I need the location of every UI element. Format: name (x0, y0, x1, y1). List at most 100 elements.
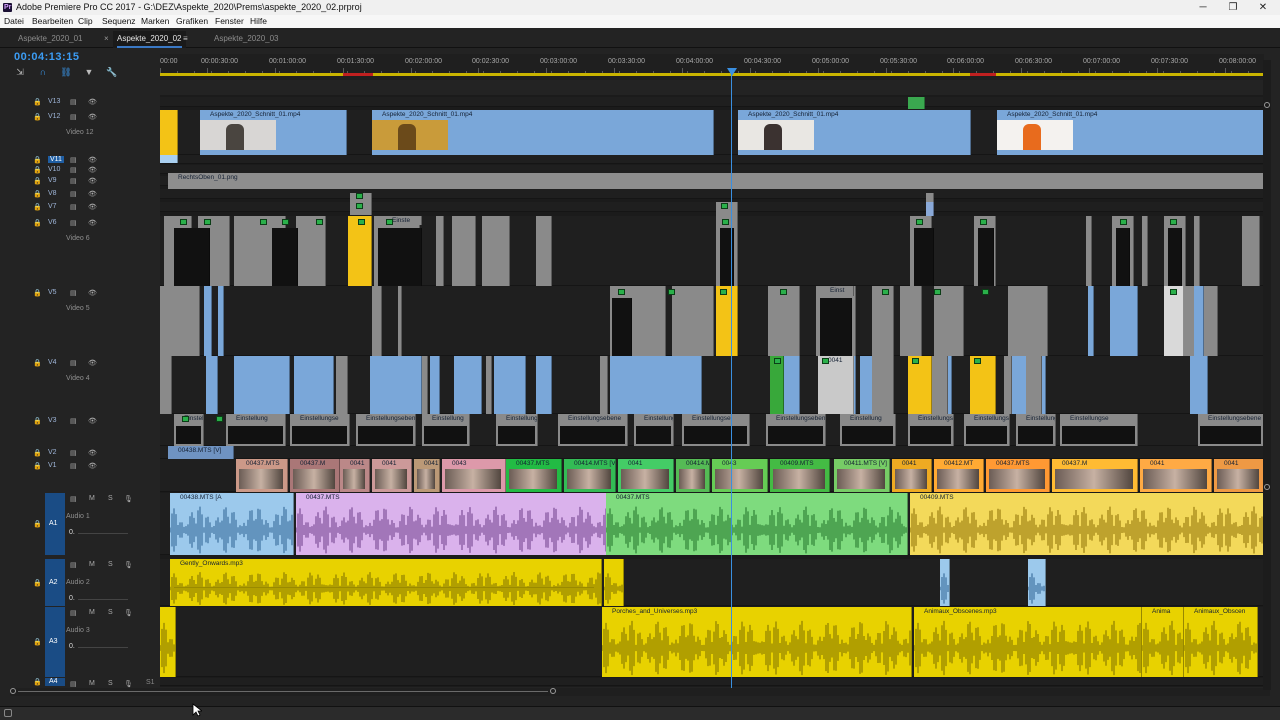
video-clip-v4-grey[interactable] (1004, 356, 1012, 414)
adjustment-layer-v3[interactable]: Einstellungsebene (356, 414, 416, 446)
audio-clip-a2-blue[interactable] (940, 559, 950, 606)
keyframe-marker[interactable] (720, 289, 727, 295)
video-clip-v6[interactable] (310, 216, 326, 286)
scroll-right-handle[interactable] (550, 688, 556, 694)
track-target-v1[interactable]: V1 (48, 462, 57, 469)
image-clip-rechtsoben[interactable]: RechtsOben_01.png (168, 173, 1264, 189)
menu-bearbeiten[interactable]: Bearbeiten (32, 15, 73, 28)
lock-icon[interactable]: 🔒 (33, 638, 42, 646)
video-clip-v5-white[interactable] (1164, 286, 1184, 356)
keyframe-marker[interactable] (1120, 219, 1127, 225)
keyframe-marker[interactable] (316, 219, 323, 225)
video-clip-v5-blue[interactable] (204, 286, 212, 356)
eye-icon[interactable]: 👁 (88, 156, 97, 164)
video-clip-v1[interactable]: 0043 (442, 459, 506, 492)
eye-icon[interactable]: 👁 (88, 449, 97, 457)
toggle-sync-icon[interactable]: ▤ (70, 561, 77, 569)
lock-icon[interactable]: 🔒 (33, 177, 42, 185)
vertical-scrollbar[interactable] (1263, 60, 1271, 690)
video-clip-v4-light[interactable]: 0041 (818, 356, 854, 414)
lock-icon[interactable]: 🔒 (33, 449, 42, 457)
video-clip-v6[interactable] (482, 216, 510, 286)
video-clip-v4[interactable] (610, 356, 690, 414)
menu-marken[interactable]: Marken (141, 15, 169, 28)
video-clip-v7b[interactable] (926, 202, 934, 216)
video-clip-v4[interactable] (430, 356, 440, 414)
eye-icon[interactable]: 👁 (88, 462, 97, 470)
black-video-segment[interactable] (820, 298, 852, 356)
video-clip-v6[interactable] (1142, 216, 1148, 286)
menu-clip[interactable]: Clip (78, 15, 93, 28)
toggle-sync-icon[interactable]: ▤ (70, 462, 77, 470)
video-clip-v6[interactable] (436, 216, 444, 286)
track-v11[interactable] (160, 155, 1264, 164)
menu-grafiken[interactable]: Grafiken (176, 15, 208, 28)
playhead-timecode[interactable]: 00:04:13:15 (14, 51, 79, 63)
toggle-sync-icon[interactable]: ▤ (70, 680, 77, 688)
track-target-v2[interactable]: V2 (48, 449, 57, 456)
eye-icon[interactable]: 👁 (88, 417, 97, 425)
track-target-v3[interactable]: V3 (48, 417, 57, 424)
keyframe-marker[interactable] (882, 289, 889, 295)
eye-icon[interactable]: 👁 (88, 289, 97, 297)
video-clip-v1[interactable]: 00412.MT (934, 459, 984, 492)
tab-aspekte-2020-02[interactable]: Aspekte_2020_02 (113, 31, 186, 48)
eye-icon[interactable]: 👁 (88, 177, 97, 185)
video-clip-v4[interactable] (206, 356, 218, 414)
eye-icon[interactable]: 👁 (88, 219, 97, 227)
microphone-icon[interactable]: 🎙 (124, 609, 133, 617)
video-clip-v1[interactable]: 00437.MTS (506, 459, 562, 492)
video-clip-v4[interactable] (536, 356, 552, 414)
adjustment-layer-v3[interactable]: Einstellung (840, 414, 896, 446)
keyframe-marker[interactable] (1170, 289, 1177, 295)
video-clip-v1[interactable]: 00437.M (290, 459, 340, 492)
adjustment-layer-v3[interactable]: Einstellungsebene (1198, 414, 1264, 446)
audio-clip-a2-small[interactable] (604, 559, 624, 606)
video-clip-v6[interactable] (536, 216, 552, 286)
lock-icon[interactable]: 🔒 (33, 579, 42, 587)
lock-icon[interactable]: 🔒 (33, 203, 42, 211)
video-clip-v6[interactable] (1194, 216, 1200, 286)
track-v8[interactable] (160, 189, 1264, 199)
panel-menu-icon[interactable]: ≡ (183, 31, 188, 48)
lock-icon[interactable]: 🔒 (33, 359, 42, 367)
track-target-a4[interactable]: A4 (49, 678, 58, 685)
video-clip-v4-grey[interactable] (600, 356, 608, 414)
video-clip-v1[interactable]: 0041 (372, 459, 412, 492)
solo-button[interactable]: S (108, 495, 113, 502)
video-clip-v1[interactable]: 00417.MTS [V (414, 459, 440, 492)
close-window-button[interactable]: ✕ (1248, 0, 1278, 15)
lock-icon[interactable]: 🔒 (33, 113, 42, 121)
restore-button[interactable]: ❐ (1218, 0, 1248, 15)
eye-icon[interactable]: 👁 (88, 98, 97, 106)
video-clip-v5-blue[interactable] (1088, 286, 1094, 356)
toggle-sync-icon[interactable]: ▤ (70, 495, 77, 503)
toggle-sync-icon[interactable]: ▤ (70, 449, 77, 457)
lock-icon[interactable]: 🔒 (33, 156, 42, 164)
video-clip-v1[interactable]: 00414.MTS [V] (564, 459, 616, 492)
toggle-sync-icon[interactable]: ▤ (70, 156, 77, 164)
adjustment-layer-v3[interactable]: Einstellungse (290, 414, 350, 446)
video-clip-v12-yellow[interactable] (160, 110, 178, 155)
audio-clip-a3-start[interactable] (160, 607, 176, 677)
lock-icon[interactable]: 🔒 (33, 98, 42, 106)
keyframe-marker[interactable] (358, 219, 365, 225)
video-clip-v5[interactable] (372, 286, 382, 356)
eye-icon[interactable]: 👁 (88, 166, 97, 174)
mute-button[interactable]: M (89, 680, 95, 687)
lock-icon[interactable]: 🔒 (33, 462, 42, 470)
lock-icon[interactable]: 🔒 (33, 219, 42, 227)
video-clip-v4-grey[interactable] (872, 356, 894, 414)
audio-clip-a2-blue[interactable] (1028, 559, 1046, 606)
audio-clip-porches-and-universes[interactable]: Porches_and_Universes.mp3 (602, 607, 912, 677)
adjustment-layer-v3[interactable]: Einstellungsebene (766, 414, 826, 446)
track-target-v5[interactable]: V5 (48, 289, 57, 296)
track-target-v11[interactable]: V11 (48, 155, 64, 163)
time-ruler[interactable]: 00:00 00:00:30:00 00:01:00:00 00:01:30:00 00… (160, 54, 1264, 80)
menu-fenster[interactable]: Fenster (215, 15, 244, 28)
video-clip-v1[interactable]: 00414.MTS (676, 459, 710, 492)
video-clip-v5[interactable] (672, 286, 694, 356)
video-clip-v6[interactable] (1086, 216, 1092, 286)
mute-button[interactable]: M (89, 561, 95, 568)
keyframe-marker[interactable] (721, 203, 728, 209)
